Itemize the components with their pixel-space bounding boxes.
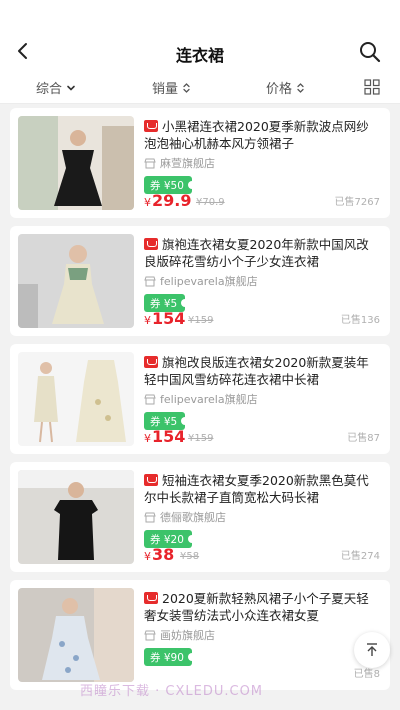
product-image [18, 470, 134, 564]
price-value: 154 [152, 309, 186, 328]
product-list: 小黑裙连衣裙2020夏季新款波点网纱泡泡袖心机赫本风方领裙子 麻萱旗舰店 券 ¥… [10, 108, 390, 698]
product-title: 小黑裙连衣裙2020夏季新款波点网纱泡泡袖心机赫本风方领裙子 [144, 119, 369, 151]
sort-bar: 综合 销量 价格 [0, 70, 400, 104]
product-image [18, 116, 134, 210]
shop-name: felipevarela旗舰店 [160, 393, 258, 406]
sort-price[interactable]: 价格 [266, 78, 305, 97]
product-title: 短袖连衣裙女夏季2020新款黑色莫代尔中长款裙子直筒宽松大码长裙 [144, 473, 369, 505]
sort-updown-icon [183, 82, 190, 93]
sort-comprehensive[interactable]: 综合 [36, 78, 76, 97]
product-card[interactable]: 旗袍连衣裙女夏2020年新款中国风改良版碎花雪纺小个子少女连衣裙 felipev… [10, 226, 390, 336]
grid-view-icon [364, 79, 380, 95]
store-icon [144, 630, 156, 640]
store-icon [144, 394, 156, 404]
product-image [18, 352, 134, 446]
price: ¥154 [144, 309, 185, 328]
shop-name: 麻萱旗舰店 [160, 157, 215, 170]
sort-sales[interactable]: 销量 [152, 78, 191, 97]
sold-count: 已售274 [340, 551, 380, 562]
original-price: ¥159 [188, 315, 214, 326]
sold-count: 已售136 [340, 315, 380, 326]
product-card[interactable]: 旗袍改良版连衣裙女2020新款夏装年轻中国风雪纺碎花连衣裙中长裙 felipev… [10, 344, 390, 454]
product-card[interactable]: 2020夏新款轻熟风裙子小个子夏天轻奢女装雪纺法式小众连衣裙女夏 画妨旗舰店 券… [10, 580, 390, 690]
price-value: 38 [152, 545, 175, 564]
back-to-top-button[interactable] [354, 632, 390, 668]
product-title: 旗袍改良版连衣裙女2020新款夏装年轻中国风雪纺碎花连衣裙中长裙 [144, 355, 369, 387]
sort-comprehensive-label: 综合 [36, 82, 63, 97]
watermark-text: 西瞳乐下载 · CXLEDU.COM [80, 684, 264, 699]
original-price: ¥159 [188, 433, 214, 444]
store-icon [144, 276, 156, 286]
sort-price-label: 价格 [266, 82, 293, 97]
store-icon [144, 158, 156, 168]
tmall-icon [144, 474, 158, 486]
product-card[interactable]: 小黑裙连衣裙2020夏季新款波点网纱泡泡袖心机赫本风方领裙子 麻萱旗舰店 券 ¥… [10, 108, 390, 218]
currency-symbol: ¥ [144, 432, 151, 445]
product-title: 2020夏新款轻熟风裙子小个子夏天轻奢女装雪纺法式小众连衣裙女夏 [144, 591, 369, 623]
currency-symbol: ¥ [144, 314, 151, 327]
tmall-icon [144, 238, 158, 250]
price: ¥154 [144, 427, 185, 446]
product-card[interactable]: 短袖连衣裙女夏季2020新款黑色莫代尔中长款裙子直筒宽松大码长裙 德俪歌旗舰店 … [10, 462, 390, 572]
product-image [18, 234, 134, 328]
chevron-down-icon [67, 85, 75, 91]
search-icon [360, 42, 381, 63]
tmall-icon [144, 120, 158, 132]
top-nav-bar: 连衣裙 [0, 0, 400, 70]
product-image [18, 588, 134, 682]
currency-symbol: ¥ [144, 196, 151, 209]
back-to-top-icon [367, 643, 377, 656]
tmall-icon [144, 592, 158, 604]
tmall-icon [144, 356, 158, 368]
price-value: 29.9 [152, 191, 192, 210]
shop-name: 画妨旗舰店 [160, 629, 215, 642]
product-title: 旗袍连衣裙女夏2020年新款中国风改良版碎花雪纺小个子少女连衣裙 [144, 237, 369, 269]
sort-updown-icon [297, 82, 304, 93]
shop-name: 德俪歌旗舰店 [160, 511, 226, 524]
search-button[interactable] [358, 40, 382, 64]
currency-symbol: ¥ [144, 550, 151, 563]
original-price: ¥70.9 [196, 197, 225, 208]
store-icon [144, 512, 156, 522]
sort-sales-label: 销量 [152, 82, 179, 97]
price: ¥38 [144, 545, 174, 564]
shop-name: felipevarela旗舰店 [160, 275, 258, 288]
sold-count: 已售7267 [334, 197, 380, 208]
page-title: 连衣裙 [175, 46, 224, 65]
price: ¥29.9 [144, 191, 191, 210]
price-value: 154 [152, 427, 186, 446]
grid-view-toggle[interactable] [364, 79, 380, 95]
original-price: ¥58 [180, 551, 200, 562]
sold-count: 已售87 [347, 433, 380, 444]
